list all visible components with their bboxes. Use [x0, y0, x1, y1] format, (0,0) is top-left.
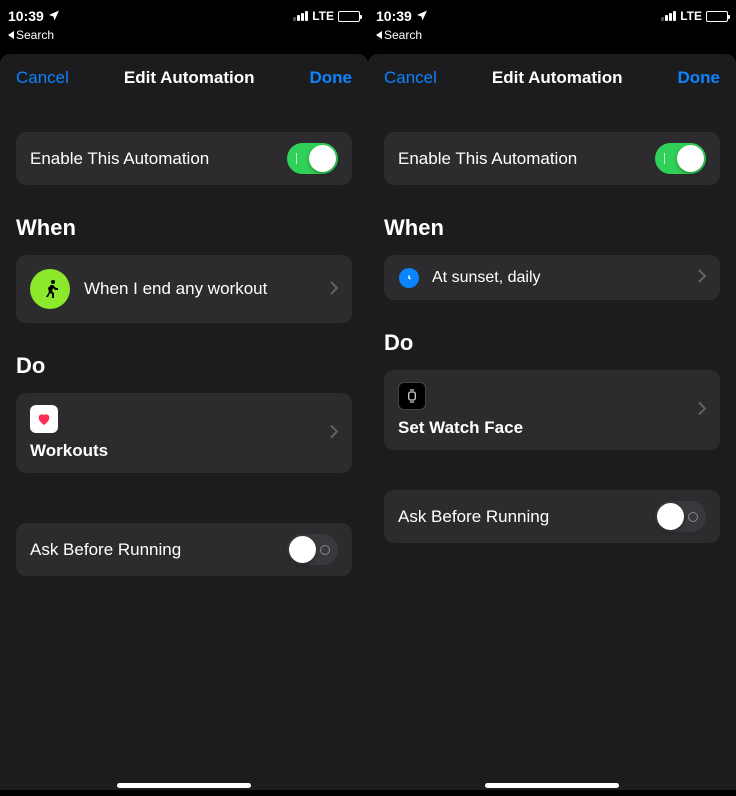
- chevron-icon: [698, 267, 706, 288]
- location-icon: [48, 8, 60, 24]
- sheet: Cancel Edit Automation Done Enable This …: [368, 54, 736, 790]
- phone-left: 10:39 LTE Search Cancel Edit Automation …: [0, 0, 368, 796]
- ask-toggle[interactable]: [287, 534, 338, 565]
- back-icon: [8, 31, 14, 39]
- battery-icon: [706, 11, 728, 22]
- do-title: Do: [16, 353, 352, 379]
- when-title: When: [384, 215, 720, 241]
- network-label: LTE: [312, 9, 334, 23]
- signal-icon: [661, 11, 676, 21]
- enable-toggle[interactable]: [287, 143, 338, 174]
- back-icon: [376, 31, 382, 39]
- nav-bar: Cancel Edit Automation Done: [0, 54, 368, 98]
- chevron-icon: [698, 400, 706, 421]
- do-card[interactable]: Workouts: [16, 393, 352, 473]
- cancel-button[interactable]: Cancel: [384, 68, 437, 88]
- breadcrumb-back[interactable]: Search: [0, 26, 368, 42]
- ask-row: Ask Before Running: [384, 490, 720, 543]
- ask-label: Ask Before Running: [30, 540, 181, 560]
- nav-title: Edit Automation: [492, 68, 623, 88]
- home-indicator[interactable]: [485, 783, 619, 788]
- status-time: 10:39: [376, 8, 412, 24]
- chevron-icon: [330, 423, 338, 444]
- home-indicator[interactable]: [117, 783, 251, 788]
- ask-label: Ask Before Running: [398, 507, 549, 527]
- battery-icon: [338, 11, 360, 22]
- phone-right: 10:39 LTE Search Cancel Edit Automation …: [368, 0, 736, 796]
- when-text: At sunset, daily: [432, 269, 686, 287]
- status-bar: 10:39 LTE: [0, 6, 368, 26]
- network-label: LTE: [680, 9, 702, 23]
- nav-title: Edit Automation: [124, 68, 255, 88]
- clock-icon: [399, 268, 419, 288]
- cancel-button[interactable]: Cancel: [16, 68, 69, 88]
- do-text: Set Watch Face: [398, 418, 706, 438]
- nav-bar: Cancel Edit Automation Done: [368, 54, 736, 98]
- do-card[interactable]: Set Watch Face: [384, 370, 720, 450]
- done-button[interactable]: Done: [310, 68, 353, 88]
- status-time: 10:39: [8, 8, 44, 24]
- workout-icon: [30, 269, 70, 309]
- watch-icon: [398, 382, 426, 410]
- enable-label: Enable This Automation: [30, 149, 209, 169]
- when-text: When I end any workout: [84, 279, 316, 299]
- when-card[interactable]: When I end any workout: [16, 255, 352, 323]
- chevron-icon: [330, 279, 338, 300]
- done-button[interactable]: Done: [678, 68, 721, 88]
- when-card[interactable]: At sunset, daily: [384, 255, 720, 300]
- breadcrumb-back[interactable]: Search: [368, 26, 736, 42]
- do-title: Do: [384, 330, 720, 356]
- breadcrumb-label: Search: [16, 28, 54, 42]
- ask-toggle[interactable]: [655, 501, 706, 532]
- do-text: Workouts: [30, 441, 338, 461]
- breadcrumb-label: Search: [384, 28, 422, 42]
- status-bar: 10:39 LTE: [368, 6, 736, 26]
- ask-row: Ask Before Running: [16, 523, 352, 576]
- enable-toggle[interactable]: [655, 143, 706, 174]
- sheet: Cancel Edit Automation Done Enable This …: [0, 54, 368, 790]
- enable-row: Enable This Automation: [384, 132, 720, 185]
- health-icon: [30, 405, 58, 433]
- signal-icon: [293, 11, 308, 21]
- enable-row: Enable This Automation: [16, 132, 352, 185]
- enable-label: Enable This Automation: [398, 149, 577, 169]
- location-icon: [416, 8, 428, 24]
- when-title: When: [16, 215, 352, 241]
